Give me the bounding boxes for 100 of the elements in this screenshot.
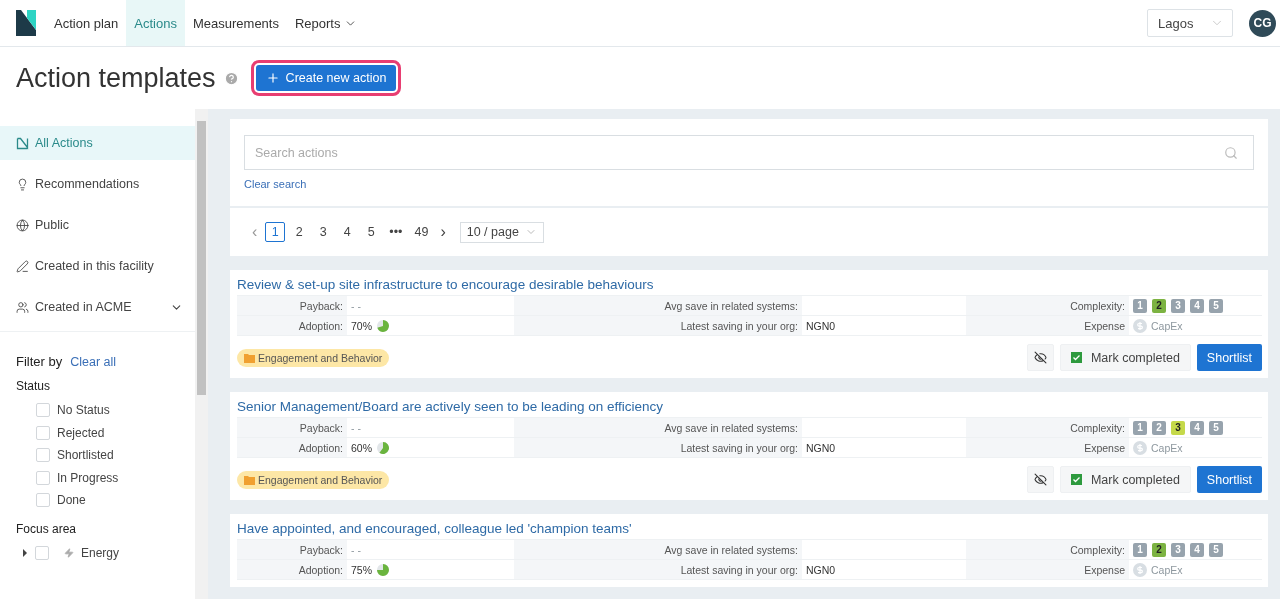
field-label: Expense xyxy=(966,316,1129,336)
checkbox[interactable] xyxy=(36,448,50,463)
create-action-button[interactable]: Create new action xyxy=(255,65,397,91)
complexity-scale: 1 2 3 4 5 xyxy=(1129,540,1262,560)
checkbox[interactable] xyxy=(36,470,50,485)
field-label: Expense xyxy=(966,438,1129,458)
field-label: Complexity: xyxy=(966,540,1129,560)
focus-area-heading: Focus area xyxy=(15,520,78,538)
nav-tab[interactable]: Measurements xyxy=(184,0,287,46)
field-label: Latest saving in your org: xyxy=(514,438,802,458)
location-select[interactable]: Lagos xyxy=(1147,9,1233,37)
globe-icon xyxy=(16,218,29,232)
expense-type: CapEx xyxy=(1151,563,1183,576)
page-button[interactable]: 1 xyxy=(265,222,286,242)
checkbox[interactable] xyxy=(36,493,50,508)
page-button[interactable]: 5 xyxy=(361,222,382,242)
adoption-pie xyxy=(376,562,390,577)
field-label: Adoption: xyxy=(237,560,347,580)
field-label: Payback: xyxy=(237,296,347,316)
sidebar-item[interactable]: Public xyxy=(0,208,195,242)
nav-tab[interactable]: Reports xyxy=(286,0,366,46)
eye-off-icon xyxy=(1033,350,1047,365)
checkbox[interactable] xyxy=(36,403,50,418)
check-clipboard-icon xyxy=(1070,474,1082,485)
action-title[interactable]: Review & set-up site infrastructure to encourage desirable behaviours xyxy=(237,277,1262,292)
page-button[interactable]: 3 xyxy=(313,222,334,242)
checkbox-label: Done xyxy=(57,493,86,508)
field-label: Expense xyxy=(966,560,1129,580)
field-label: Payback: xyxy=(237,418,347,438)
field-label: Avg save in related systems: xyxy=(514,296,802,316)
users-icon xyxy=(16,300,29,314)
checkbox-label: Energy xyxy=(81,545,120,560)
field-label: Avg save in related systems: xyxy=(514,540,802,560)
sidebar-item[interactable]: All Actions xyxy=(0,126,195,160)
adoption-value: 75% xyxy=(351,563,372,576)
logo-outline-icon xyxy=(16,136,29,150)
logo-icon[interactable] xyxy=(16,10,36,36)
expense-type: CapEx xyxy=(1151,319,1183,332)
shortlist-button[interactable]: Shortlist xyxy=(1196,344,1262,371)
search-icon xyxy=(1224,146,1238,160)
complexity-scale: 1 2 3 4 5 xyxy=(1129,418,1262,438)
clear-search-link[interactable]: Clear search xyxy=(244,178,307,190)
scrollbar[interactable] xyxy=(195,109,208,599)
lightbulb-icon xyxy=(16,177,29,191)
folder-icon xyxy=(244,352,255,363)
sidebar-item[interactable]: Created in this facility xyxy=(0,249,195,283)
checkbox[interactable] xyxy=(36,425,50,440)
action-title[interactable]: Senior Management/Board are actively seen to be leading on efficiency xyxy=(237,399,1262,414)
category-tag: Engagement and Behavior xyxy=(237,470,390,489)
page-button[interactable]: 2 xyxy=(289,222,310,242)
adoption-pie xyxy=(376,318,390,333)
eye-off-icon xyxy=(1033,472,1047,487)
dollar-icon xyxy=(1133,562,1147,577)
mark-completed-button[interactable]: Mark completed xyxy=(1059,466,1191,493)
search-field[interactable]: Search actions xyxy=(244,135,1254,170)
page-button[interactable]: 4 xyxy=(337,222,358,242)
shortlist-button[interactable]: Shortlist xyxy=(1196,466,1262,493)
hide-button[interactable] xyxy=(1026,344,1054,371)
page-title: Action templates xyxy=(16,62,216,94)
page-size-select[interactable]: 10 / page xyxy=(459,221,544,243)
user-avatar[interactable]: CG xyxy=(1249,9,1276,37)
hide-button[interactable] xyxy=(1026,466,1054,493)
adoption-value: 70% xyxy=(351,319,372,332)
category-tag: Engagement and Behavior xyxy=(237,348,390,367)
field-label: Complexity: xyxy=(966,418,1129,438)
checkbox-label: In Progress xyxy=(57,470,119,485)
clear-all-link[interactable]: Clear all xyxy=(70,354,117,369)
field-label: Adoption: xyxy=(237,438,347,458)
sidebar-item[interactable]: Created in ACME xyxy=(0,290,195,324)
pen-icon xyxy=(16,259,29,273)
check-clipboard-icon xyxy=(1070,352,1082,363)
field-label: Latest saving in your org: xyxy=(514,560,802,580)
field-label: Avg save in related systems: xyxy=(514,418,802,438)
sidebar-item[interactable]: Recommendations xyxy=(0,167,195,201)
mark-completed-button[interactable]: Mark completed xyxy=(1059,344,1191,371)
checkbox-label: Rejected xyxy=(57,425,105,440)
plus-icon xyxy=(265,71,280,85)
dollar-icon xyxy=(1133,318,1147,333)
page-button[interactable]: 49 xyxy=(410,222,433,242)
page-button[interactable]: ••• xyxy=(385,222,407,242)
checkbox-label: Shortlisted xyxy=(57,448,114,463)
next-page-button[interactable]: › xyxy=(436,223,450,241)
expand-triangle-icon[interactable] xyxy=(22,548,28,557)
adoption-value: 60% xyxy=(351,441,372,454)
expense-type: CapEx xyxy=(1151,441,1183,454)
nav-tab[interactable]: Action plan xyxy=(46,0,127,46)
help-icon[interactable] xyxy=(223,70,239,86)
folder-icon xyxy=(244,474,255,485)
field-label: Latest saving in your org: xyxy=(514,316,802,336)
checkbox[interactable] xyxy=(35,545,49,560)
dollar-icon xyxy=(1133,440,1147,455)
field-label: Complexity: xyxy=(966,296,1129,316)
field-label: Payback: xyxy=(237,540,347,560)
filter-heading: Filter by xyxy=(16,354,63,369)
action-title[interactable]: Have appointed, and encouraged, colleague led 'champion teams' xyxy=(237,521,1262,536)
field-label: Adoption: xyxy=(237,316,347,336)
nav-tab[interactable]: Actions xyxy=(126,0,185,46)
complexity-scale: 1 2 3 4 5 xyxy=(1129,296,1262,316)
adoption-pie xyxy=(376,440,390,455)
bolt-icon xyxy=(64,547,74,558)
